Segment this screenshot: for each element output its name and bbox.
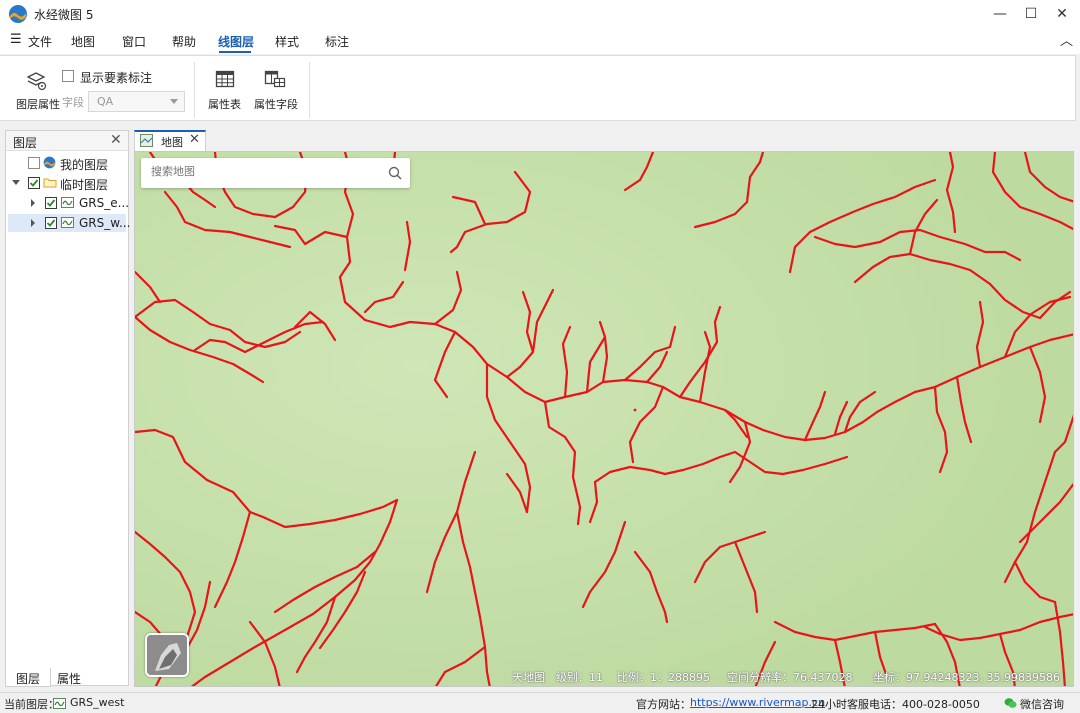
close-panel-icon[interactable]: ✕ bbox=[110, 132, 122, 148]
menu-label[interactable]: 标注 bbox=[325, 33, 349, 50]
tree-item-label: GRS_w... bbox=[79, 216, 131, 230]
line-layer-icon bbox=[61, 217, 74, 228]
expand-caret-icon[interactable] bbox=[12, 180, 20, 185]
tree-item-temp-layers[interactable]: 临时图层 bbox=[8, 174, 126, 192]
layer-checkbox[interactable] bbox=[28, 177, 40, 189]
show-labels-checkbox[interactable] bbox=[62, 70, 74, 82]
layer-checkbox[interactable] bbox=[28, 157, 40, 169]
show-labels-label: 显示要素标注 bbox=[80, 71, 153, 85]
tree-item-grs-east[interactable]: GRS_e... bbox=[8, 194, 130, 212]
field-select[interactable]: QA bbox=[88, 91, 185, 112]
menu-style[interactable]: 样式 bbox=[275, 33, 299, 50]
tree-item-my-layers[interactable]: 我的图层 bbox=[8, 154, 126, 172]
current-layer-value: GRS_west bbox=[70, 696, 125, 709]
menu-bar: ☰ 文件 地图 窗口 帮助 线图层 样式 标注 ︿ bbox=[0, 28, 1080, 54]
ribbon: 图层属性 显示要素标注 字段 QA 属性表 属性字段 bbox=[0, 55, 1076, 121]
map-tab-title: 地图 bbox=[161, 136, 183, 149]
chevron-down-icon bbox=[170, 99, 178, 104]
attribute-table-button[interactable]: 属性表 bbox=[206, 66, 244, 116]
layer-properties-label: 图层属性 bbox=[16, 98, 60, 111]
panel-tabs: 图层 属性 bbox=[5, 668, 129, 687]
map-view[interactable]: 天地图 级别：11 比例：1：288895 空间分辨率：76.437028 坐标… bbox=[134, 151, 1074, 687]
menu-window[interactable]: 窗口 bbox=[122, 33, 146, 50]
map-resolution-label: 空间分辨率：76.437028 bbox=[727, 671, 853, 684]
app-logo-icon bbox=[9, 5, 27, 23]
active-menu-indicator bbox=[219, 51, 251, 53]
layers-panel-header: 图层 ✕ bbox=[6, 131, 128, 151]
tree-item-grs-west[interactable]: GRS_w... bbox=[8, 214, 130, 232]
map-tab-icon bbox=[140, 134, 153, 147]
map-search-box bbox=[141, 158, 410, 188]
map-scale-label: 比例：1：288895 bbox=[617, 671, 710, 684]
app-title: 水经微图 5 bbox=[34, 8, 94, 22]
layer-properties-button[interactable]: 图层属性 bbox=[14, 66, 60, 116]
map-search-input[interactable] bbox=[151, 165, 371, 178]
expand-caret-icon[interactable] bbox=[31, 219, 35, 227]
layer-checkbox[interactable] bbox=[45, 217, 57, 229]
line-layer-icon bbox=[61, 197, 74, 208]
tree-item-label: GRS_e... bbox=[79, 196, 130, 210]
line-layer-icon bbox=[53, 698, 66, 709]
map-source-label: 天地图 bbox=[512, 671, 545, 684]
tab-attributes[interactable]: 属性 bbox=[47, 668, 91, 687]
hotline-text: 24小时客服电话：400-028-0050 bbox=[811, 698, 980, 711]
minimize-button[interactable]: — bbox=[984, 0, 1016, 28]
layers-panel-title: 图层 bbox=[13, 136, 38, 150]
menu-map[interactable]: 地图 bbox=[71, 33, 95, 50]
menu-help[interactable]: 帮助 bbox=[172, 33, 196, 50]
attribute-table-label: 属性表 bbox=[208, 98, 241, 111]
table-icon bbox=[215, 70, 235, 88]
basemap-switch-button[interactable] bbox=[145, 633, 189, 677]
map-document-tab[interactable]: 地图 ✕ bbox=[134, 130, 206, 152]
wechat-consult-button[interactable]: 微信咨询 bbox=[1020, 696, 1064, 712]
status-bar: 当前图层： GRS_west 官方网站： https://www.riverma… bbox=[0, 692, 1080, 713]
close-tab-icon[interactable]: ✕ bbox=[189, 132, 200, 147]
current-layer-label: 当前图层： bbox=[4, 698, 59, 711]
map-canvas[interactable] bbox=[135, 152, 1074, 687]
terrain-background bbox=[135, 152, 1073, 686]
layer-properties-icon bbox=[26, 72, 47, 91]
field-select-value: QA bbox=[97, 95, 114, 108]
expand-caret-icon[interactable] bbox=[31, 199, 35, 207]
website-link[interactable]: https://www.rivermap.cn bbox=[690, 696, 825, 709]
map-coords-label: 坐标：97.94248323, 35.99839586 bbox=[873, 671, 1060, 684]
my-layers-icon bbox=[43, 156, 56, 169]
ribbon-separator bbox=[194, 62, 195, 118]
search-icon[interactable] bbox=[388, 166, 402, 180]
collapse-ribbon-icon[interactable]: ︿ bbox=[1060, 30, 1073, 49]
ribbon-separator bbox=[309, 62, 310, 118]
layers-panel: 图层 ✕ 我的图层 临时图层 GRS_e... GRS_w... bbox=[5, 130, 130, 686]
layer-checkbox[interactable] bbox=[45, 197, 57, 209]
maximize-button[interactable]: ☐ bbox=[1015, 0, 1047, 28]
map-level-label: 级别：11 bbox=[556, 671, 603, 684]
tab-layers[interactable]: 图层 bbox=[5, 668, 52, 687]
folder-icon bbox=[43, 178, 57, 188]
title-bar: 水经微图 5 — ☐ ✕ bbox=[0, 0, 1080, 28]
tree-item-label: 我的图层 bbox=[60, 158, 109, 172]
website-label: 官方网站： bbox=[636, 698, 691, 711]
terrain-thumbnail-icon bbox=[147, 635, 187, 675]
close-window-button[interactable]: ✕ bbox=[1046, 0, 1078, 28]
hamburger-icon[interactable]: ☰ bbox=[10, 32, 22, 47]
menu-line-layer[interactable]: 线图层 bbox=[218, 33, 254, 50]
field-label: 字段 bbox=[62, 96, 84, 109]
tree-item-label: 临时图层 bbox=[60, 178, 109, 192]
attribute-fields-label: 属性字段 bbox=[254, 98, 298, 111]
menu-file[interactable]: 文件 bbox=[28, 33, 52, 50]
fields-icon bbox=[264, 70, 286, 88]
attribute-fields-button[interactable]: 属性字段 bbox=[252, 66, 300, 116]
wechat-icon bbox=[1004, 698, 1017, 708]
